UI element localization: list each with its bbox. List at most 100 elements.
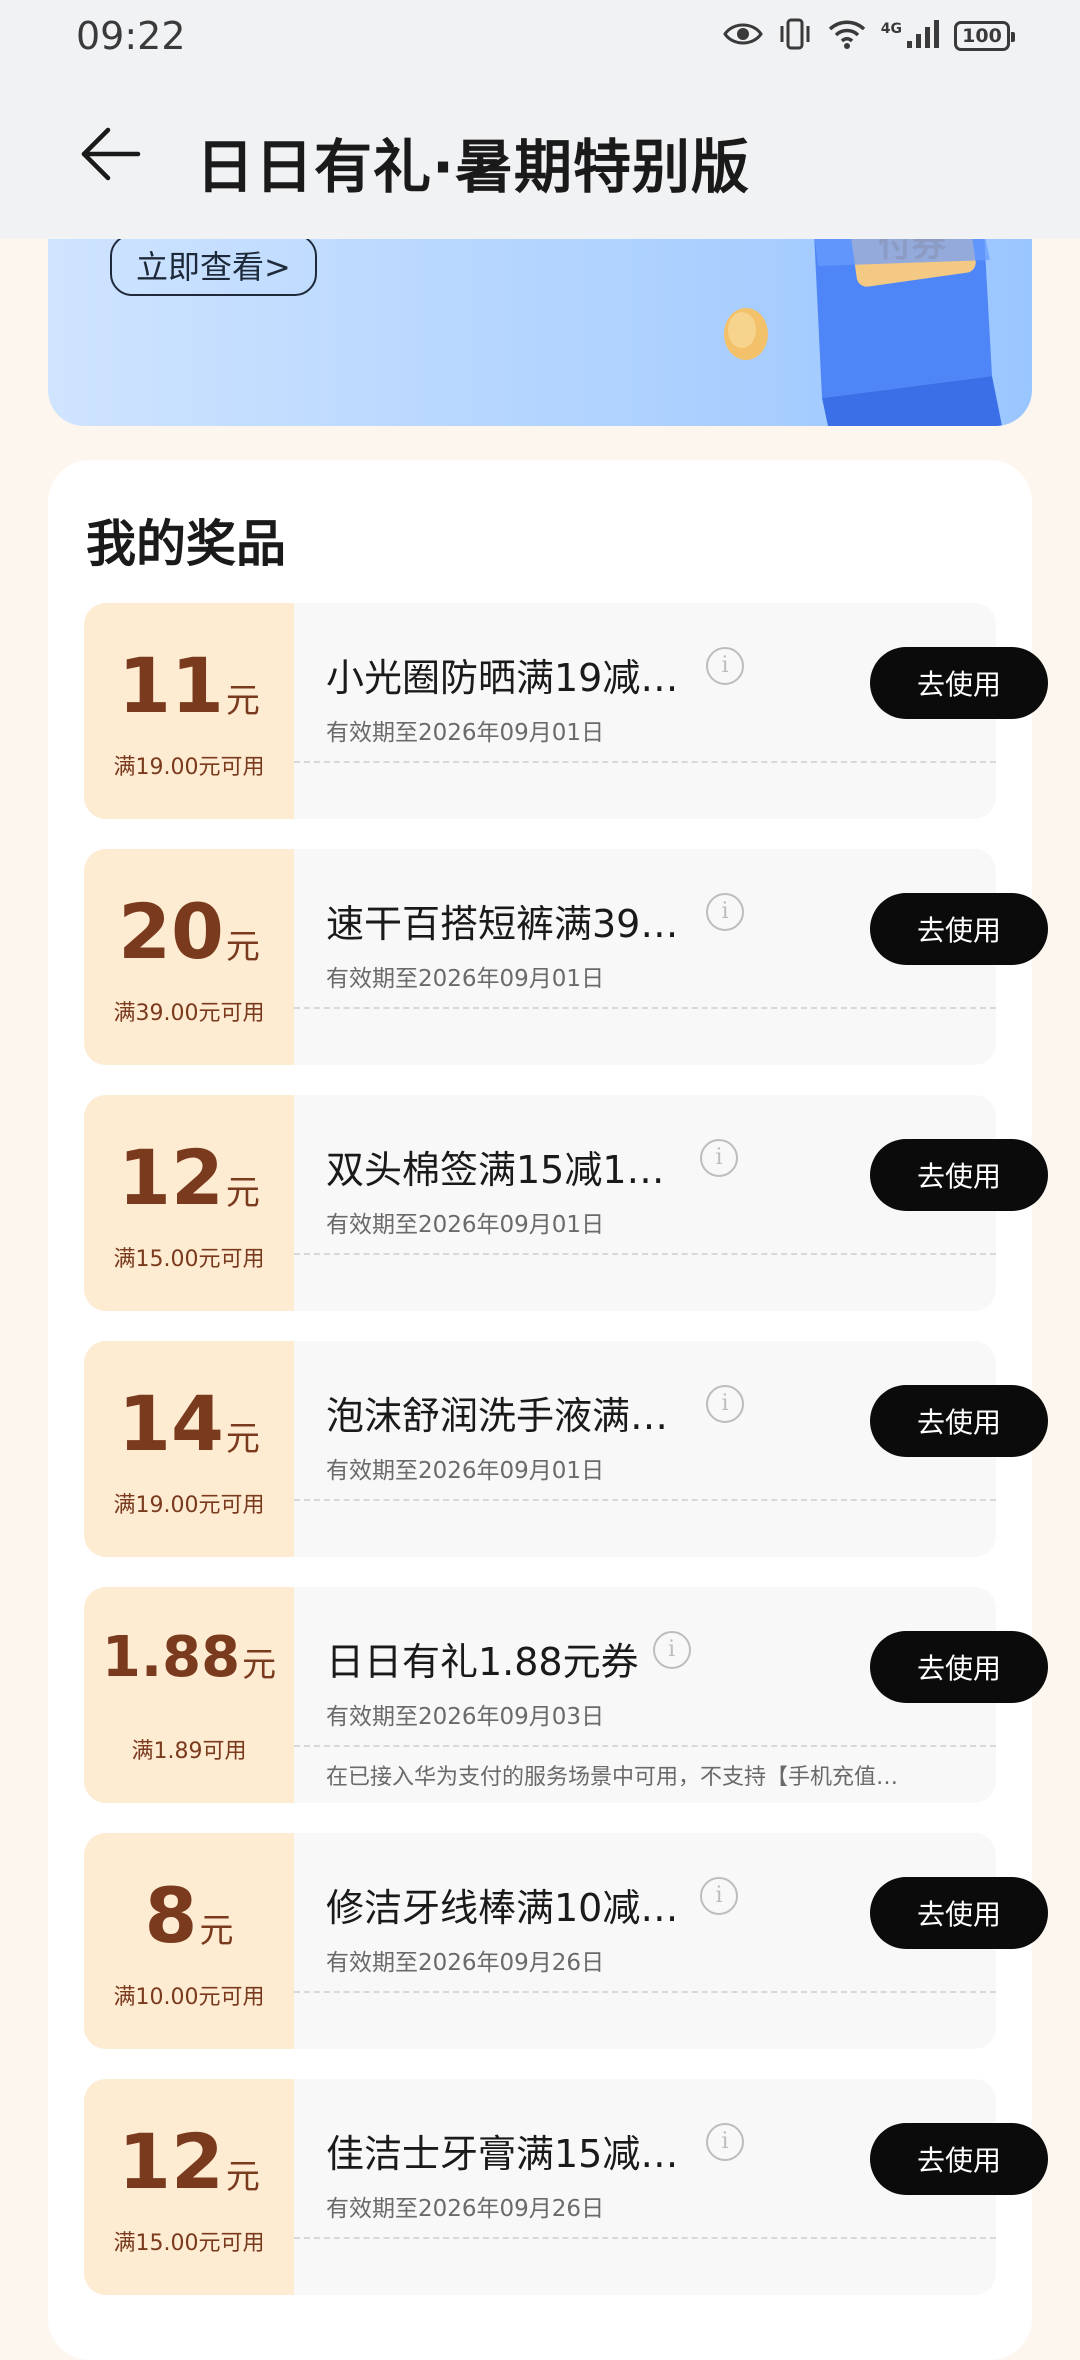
coupon-amount-box: 14元 满19.00元可用	[84, 1341, 294, 1557]
coupon-amount: 12元	[84, 2117, 294, 2206]
info-icon[interactable]: i	[706, 1385, 744, 1423]
coupon-amount-unit: 元	[225, 681, 260, 721]
coupon-amount-value: 20	[118, 887, 224, 976]
coupon-amount: 14元	[84, 1379, 294, 1468]
coupon-expiry: 有效期至2026年09月01日	[326, 720, 605, 746]
my-prizes-card: 我的奖品 11元 满19.00元可用 小光圈防晒满19减11元券 i 有效期至2…	[48, 460, 1048, 2360]
info-icon[interactable]: i	[706, 2123, 744, 2161]
coupon-amount: 20元	[84, 887, 294, 976]
coupon-divider	[294, 1007, 996, 1009]
coupon-info: 佳洁士牙膏满15减12元券 i 有效期至2026年09月26日 去使用	[294, 2079, 1048, 2295]
coupon-amount-box: 12元 满15.00元可用	[84, 2079, 294, 2295]
coupon-expiry: 有效期至2026年09月03日	[326, 1704, 605, 1730]
coupon-info: 小光圈防晒满19减11元券 i 有效期至2026年09月01日 去使用	[294, 603, 1048, 819]
use-coupon-button[interactable]: 去使用	[870, 1385, 1048, 1457]
coupon-condition: 满19.00元可用	[113, 755, 265, 780]
coupon-expiry: 有效期至2026年09月01日	[326, 966, 605, 992]
coupon-name: 佳洁士牙膏满15减12元券	[326, 2132, 686, 2176]
coupon-condition: 满39.00元可用	[113, 1001, 265, 1026]
coupon-amount-box: 8元 满10.00元可用	[84, 1833, 294, 2049]
status-time: 09:22	[76, 14, 186, 58]
info-icon[interactable]: i	[706, 647, 744, 685]
coupon-amount-value: 12	[118, 1133, 224, 1222]
coupon-divider	[294, 1991, 996, 1993]
use-coupon-button[interactable]: 去使用	[870, 893, 1048, 965]
eye-icon	[722, 20, 763, 52]
coupon-amount-value: 11	[118, 641, 224, 730]
app-header: 日日有礼·暑期特别版	[0, 76, 1080, 239]
coupon-amount-value: 8	[144, 1871, 198, 1960]
coupon-amount-unit: 元	[225, 2157, 260, 2197]
coupon-amount-box: 12元 满15.00元可用	[84, 1095, 294, 1311]
info-icon[interactable]: i	[700, 1877, 738, 1915]
coupon-item: 14元 满19.00元可用 泡沫舒润洗手液满19减14元券 i 有效期至2026…	[84, 1341, 1048, 1557]
battery-icon: 100	[954, 21, 1015, 51]
coupon-expiry: 有效期至2026年09月26日	[326, 1950, 605, 1976]
coupon-item: 11元 满19.00元可用 小光圈防晒满19减11元券 i 有效期至2026年0…	[84, 603, 1048, 819]
coupon-divider	[294, 1745, 996, 1747]
coupon-info: 泡沫舒润洗手液满19减14元券 i 有效期至2026年09月01日 去使用	[294, 1341, 1048, 1557]
arrow-left-icon	[78, 126, 142, 186]
network-type: 4G	[880, 21, 902, 37]
page-title: 日日有礼·暑期特别版	[196, 133, 751, 201]
coupon-name: 双头棉签满15减12元券	[326, 1148, 686, 1192]
coupon-divider	[294, 1253, 996, 1255]
coupon-name: 速干百搭短裤满39减20元券	[326, 902, 686, 946]
coupon-amount-unit: 元	[242, 1645, 277, 1685]
coupon-amount-box: 1.88元 满1.89可用	[84, 1587, 294, 1803]
coupon-item: 12元 满15.00元可用 双头棉签满15减12元券 i 有效期至2026年09…	[84, 1095, 1048, 1311]
coupon-name: 日日有礼1.88元券	[326, 1640, 639, 1684]
coupon-condition: 满10.00元可用	[113, 1985, 265, 2010]
coupon-item: 12元 满15.00元可用 佳洁士牙膏满15减12元券 i 有效期至2026年0…	[84, 2079, 1048, 2295]
coupon-condition: 满19.00元可用	[113, 1493, 265, 1518]
coupon-item: 20元 满39.00元可用 速干百搭短裤满39减20元券 i 有效期至2026年…	[84, 849, 1048, 1065]
coupon-item: 1.88元 满1.89可用 日日有礼1.88元券 i 有效期至2026年09月0…	[84, 1587, 1048, 1803]
coupon-name: 小光圈防晒满19减11元券	[326, 656, 686, 700]
coupon-expiry: 有效期至2026年09月26日	[326, 2196, 605, 2222]
coupon-divider	[294, 2237, 996, 2239]
coupon-info: 修洁牙线棒满10减8元券 i 有效期至2026年09月26日 去使用	[294, 1833, 1048, 2049]
coupon-info: 双头棉签满15减12元券 i 有效期至2026年09月01日 去使用	[294, 1095, 1048, 1311]
view-now-button[interactable]: 立即查看>	[110, 234, 317, 296]
signal-icon	[906, 19, 940, 53]
coupon-amount: 12元	[84, 1133, 294, 1222]
coupon-amount-unit: 元	[199, 1911, 234, 1951]
coupon-divider	[294, 1499, 996, 1501]
coupon-divider	[294, 761, 996, 763]
use-coupon-button[interactable]: 去使用	[870, 1877, 1048, 1949]
coupon-info: 日日有礼1.88元券 i 有效期至2026年09月03日 去使用 在已接入华为支…	[294, 1587, 1048, 1803]
section-title: 我的奖品	[86, 515, 286, 573]
use-coupon-button[interactable]: 去使用	[870, 647, 1048, 719]
coupon-name: 修洁牙线棒满10减8元券	[326, 1886, 686, 1930]
coupon-name: 泡沫舒润洗手液满19减14元券	[326, 1394, 686, 1438]
info-icon[interactable]: i	[652, 1631, 691, 1669]
use-coupon-button[interactable]: 去使用	[870, 1139, 1048, 1211]
coupon-amount-value: 1.88	[101, 1625, 241, 1690]
use-coupon-button[interactable]: 去使用	[870, 2123, 1048, 2195]
coupon-amount: 11元	[84, 641, 294, 730]
status-icons: 4G 100	[722, 16, 1015, 56]
info-icon[interactable]: i	[706, 893, 744, 931]
coupon-item: 8元 满10.00元可用 修洁牙线棒满10减8元券 i 有效期至2026年09月…	[84, 1833, 1048, 2049]
coupon-condition: 满15.00元可用	[113, 1247, 265, 1272]
coupon-amount-unit: 元	[225, 927, 260, 967]
coupon-amount: 1.88元	[84, 1625, 294, 1690]
vibrate-icon	[777, 16, 813, 56]
use-coupon-button[interactable]: 去使用	[870, 1631, 1048, 1703]
coupon-info: 速干百搭短裤满39减20元券 i 有效期至2026年09月01日 去使用	[294, 849, 1048, 1065]
coupon-amount: 8元	[84, 1871, 294, 1960]
coupon-expiry: 有效期至2026年09月01日	[326, 1458, 605, 1484]
coupon-amount-unit: 元	[225, 1419, 260, 1459]
coupon-note: 在已接入华为支付的服务场景中可用，不支持【手机充值…	[326, 1765, 899, 1790]
coupon-amount-box: 20元 满39.00元可用	[84, 849, 294, 1065]
coupon-condition: 满15.00元可用	[113, 2231, 265, 2256]
coupon-amount-unit: 元	[225, 1173, 260, 1213]
coupon-expiry: 有效期至2026年09月01日	[326, 1212, 605, 1238]
status-bar: 09:22 4G 100	[0, 0, 1080, 76]
coupon-amount-value: 12	[118, 2117, 224, 2206]
coupon-amount-value: 14	[118, 1379, 224, 1468]
back-button[interactable]	[70, 116, 150, 196]
wifi-icon	[827, 18, 867, 54]
coupon-condition: 满1.89可用	[131, 1739, 247, 1764]
info-icon[interactable]: i	[700, 1139, 738, 1177]
